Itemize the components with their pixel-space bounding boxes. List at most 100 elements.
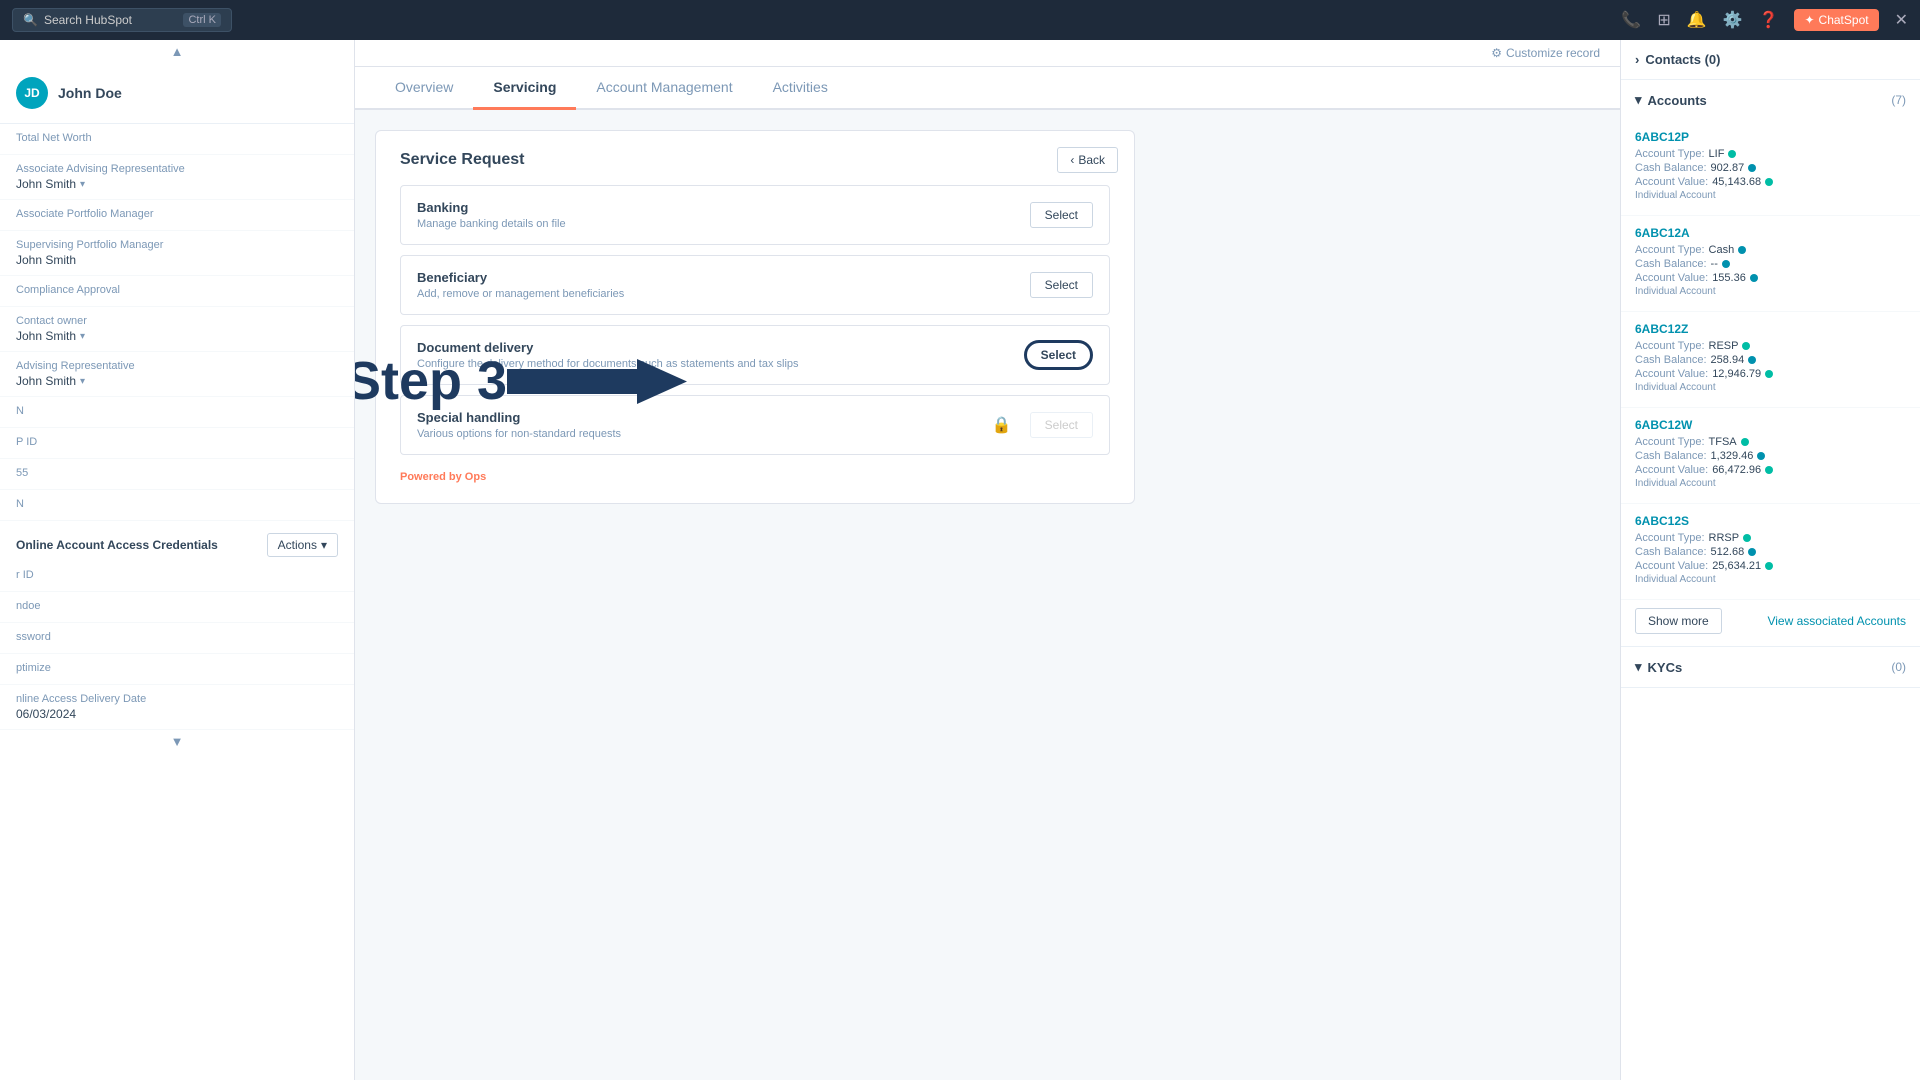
special-handling-info: Special handling Various options for non… [417,410,621,440]
sidebar-field-userid: r ID [0,561,354,592]
field-label-supervising-pm: Supervising Portfolio Manager [16,239,338,251]
value-dot-6abc12a [1750,274,1758,282]
back-button[interactable]: ‹ Back [1057,147,1118,173]
cash-balance-6abc12z: Cash Balance: 258.94 [1635,354,1906,366]
account-subtype-6abc12a: Individual Account [1635,286,1906,297]
value-dot-6abc12w [1765,466,1773,474]
chatspot-button[interactable]: ✦ ChatSpot [1794,9,1878,31]
banking-info: Banking Manage banking details on file [417,200,566,230]
sidebar-field-contact-owner: Contact owner John Smith ▾ [0,307,354,352]
service-item-document-delivery: Document delivery Configure the delivery… [400,325,1110,385]
sidebar-field-n2: N [0,490,354,521]
lock-icon: 🔒 [992,415,1012,435]
contact-name: John Doe [58,85,122,101]
cash-balance-6abc12s: Cash Balance: 512.68 [1635,546,1906,558]
sidebar-field-password: ssword [0,623,354,654]
account-value-6abc12w: Account Value: 66,472.96 [1635,464,1906,476]
status-dot-6abc12a [1738,246,1746,254]
cash-dot-6abc12s [1748,548,1756,556]
sidebar-field-net-worth: Total Net Worth [0,124,354,155]
left-sidebar: ▲ JD John Doe Total Net Worth Associate … [0,40,355,1080]
help-icon[interactable]: ❓ [1759,10,1779,30]
field-value-contact-owner[interactable]: John Smith ▾ [16,329,338,343]
field-value-advising-rep[interactable]: John Smith ▾ [16,177,338,191]
beneficiary-select-button[interactable]: Select [1030,272,1093,298]
kycs-count: (0) [1891,660,1906,674]
more-icon[interactable]: ✕ [1895,10,1908,30]
account-value-6abc12a: Account Value: 155.36 [1635,272,1906,284]
special-handling-description: Various options for non-standard request… [417,428,621,440]
field-label-net-worth: Total Net Worth [16,132,338,144]
chevron-down-kycs-icon: ▾ [1635,659,1642,675]
chevron-down-accounts-icon: ▾ [1635,92,1642,108]
sidebar-field-optimize: ptimize [0,654,354,685]
cash-dot-6abc12p [1748,164,1756,172]
view-associated-accounts-link[interactable]: View associated Accounts [1767,614,1906,628]
field-value-advising-rep2[interactable]: John Smith ▾ [16,374,338,388]
account-value-6abc12z: Account Value: 12,946.79 [1635,368,1906,380]
contacts-section-title: › Contacts (0) [1635,52,1720,67]
account-type-6abc12w: Account Type: TFSA [1635,436,1906,448]
account-id-6abc12p[interactable]: 6ABC12P [1635,130,1906,144]
sidebar-field-compliance: Compliance Approval [0,276,354,307]
main-layout: ▲ JD John Doe Total Net Worth Associate … [0,40,1920,1080]
right-panel: › Contacts (0) ▾ Accounts (7) 6ABC12P Ac… [1620,40,1920,1080]
settings-icon[interactable]: ⚙️ [1723,10,1743,30]
account-item-6abc12p: 6ABC12P Account Type: LIF Cash Balance: … [1621,120,1920,216]
document-delivery-select-button[interactable]: Select [1024,340,1093,370]
field-label-advising-rep2: Advising Representative [16,360,338,372]
tab-servicing[interactable]: Servicing [473,67,576,110]
service-item-special-handling: Special handling Various options for non… [400,395,1110,455]
tab-overview[interactable]: Overview [375,67,473,110]
beneficiary-title: Beneficiary [417,270,624,285]
accounts-count: (7) [1891,93,1906,107]
status-dot-6abc12s [1743,534,1751,542]
account-subtype-6abc12s: Individual Account [1635,574,1906,585]
field-label-compliance: Compliance Approval [16,284,338,296]
value-dot-6abc12p [1765,178,1773,186]
accounts-section-header[interactable]: ▾ Accounts (7) [1621,80,1920,120]
status-dot-6abc12p [1728,150,1736,158]
contacts-section-header[interactable]: › Contacts (0) [1621,40,1920,79]
phone-icon[interactable]: 📞 [1621,10,1641,30]
account-id-6abc12z[interactable]: 6ABC12Z [1635,322,1906,336]
banking-select-button[interactable]: Select [1030,202,1093,228]
kycs-section-header[interactable]: ▾ KYCs (0) [1621,647,1920,687]
show-more-button[interactable]: Show more [1635,608,1722,634]
field-label-portfolio-manager: Associate Portfolio Manager [16,208,338,220]
search-bar[interactable]: 🔍 Search HubSpot Ctrl K [12,8,232,32]
actions-button[interactable]: Actions ▾ [267,533,338,557]
chevron-right-icon: › [1635,52,1639,67]
special-handling-title: Special handling [417,410,621,425]
account-id-6abc12w[interactable]: 6ABC12W [1635,418,1906,432]
grid-icon[interactable]: ⊞ [1657,10,1670,30]
service-item-banking: Banking Manage banking details on file S… [400,185,1110,245]
sidebar-field-username: ndoe [0,592,354,623]
card-title: Service Request [400,151,1110,169]
sidebar-field-advising-rep2: Advising Representative John Smith ▾ [0,352,354,397]
cash-dot-6abc12w [1757,452,1765,460]
special-handling-actions: 🔒 Select [992,412,1093,438]
search-placeholder: Search HubSpot [44,13,132,27]
cash-dot-6abc12a [1722,260,1730,268]
sidebar-field-55: 55 [0,459,354,490]
notification-icon[interactable]: 🔔 [1687,10,1707,30]
kycs-section: ▾ KYCs (0) [1621,647,1920,688]
tab-account-management[interactable]: Account Management [576,67,752,110]
search-icon: 🔍 [23,13,38,27]
account-item-6abc12w: 6ABC12W Account Type: TFSA Cash Balance:… [1621,408,1920,504]
customize-record-link[interactable]: ⚙ Customize record [1491,46,1600,60]
special-handling-select-button[interactable]: Select [1030,412,1093,438]
scroll-down-arrow[interactable]: ▼ [0,730,354,753]
document-delivery-title: Document delivery [417,340,799,355]
account-id-6abc12a[interactable]: 6ABC12A [1635,226,1906,240]
account-id-6abc12s[interactable]: 6ABC12S [1635,514,1906,528]
sidebar-field-portfolio-manager: Associate Portfolio Manager [0,200,354,231]
scroll-up-arrow[interactable]: ▲ [0,40,354,63]
cash-dot-6abc12z [1748,356,1756,364]
account-value-6abc12s: Account Value: 25,634.21 [1635,560,1906,572]
tab-activities[interactable]: Activities [753,67,848,110]
sidebar-header: JD John Doe [0,63,354,124]
account-type-6abc12a: Account Type: Cash [1635,244,1906,256]
account-subtype-6abc12z: Individual Account [1635,382,1906,393]
